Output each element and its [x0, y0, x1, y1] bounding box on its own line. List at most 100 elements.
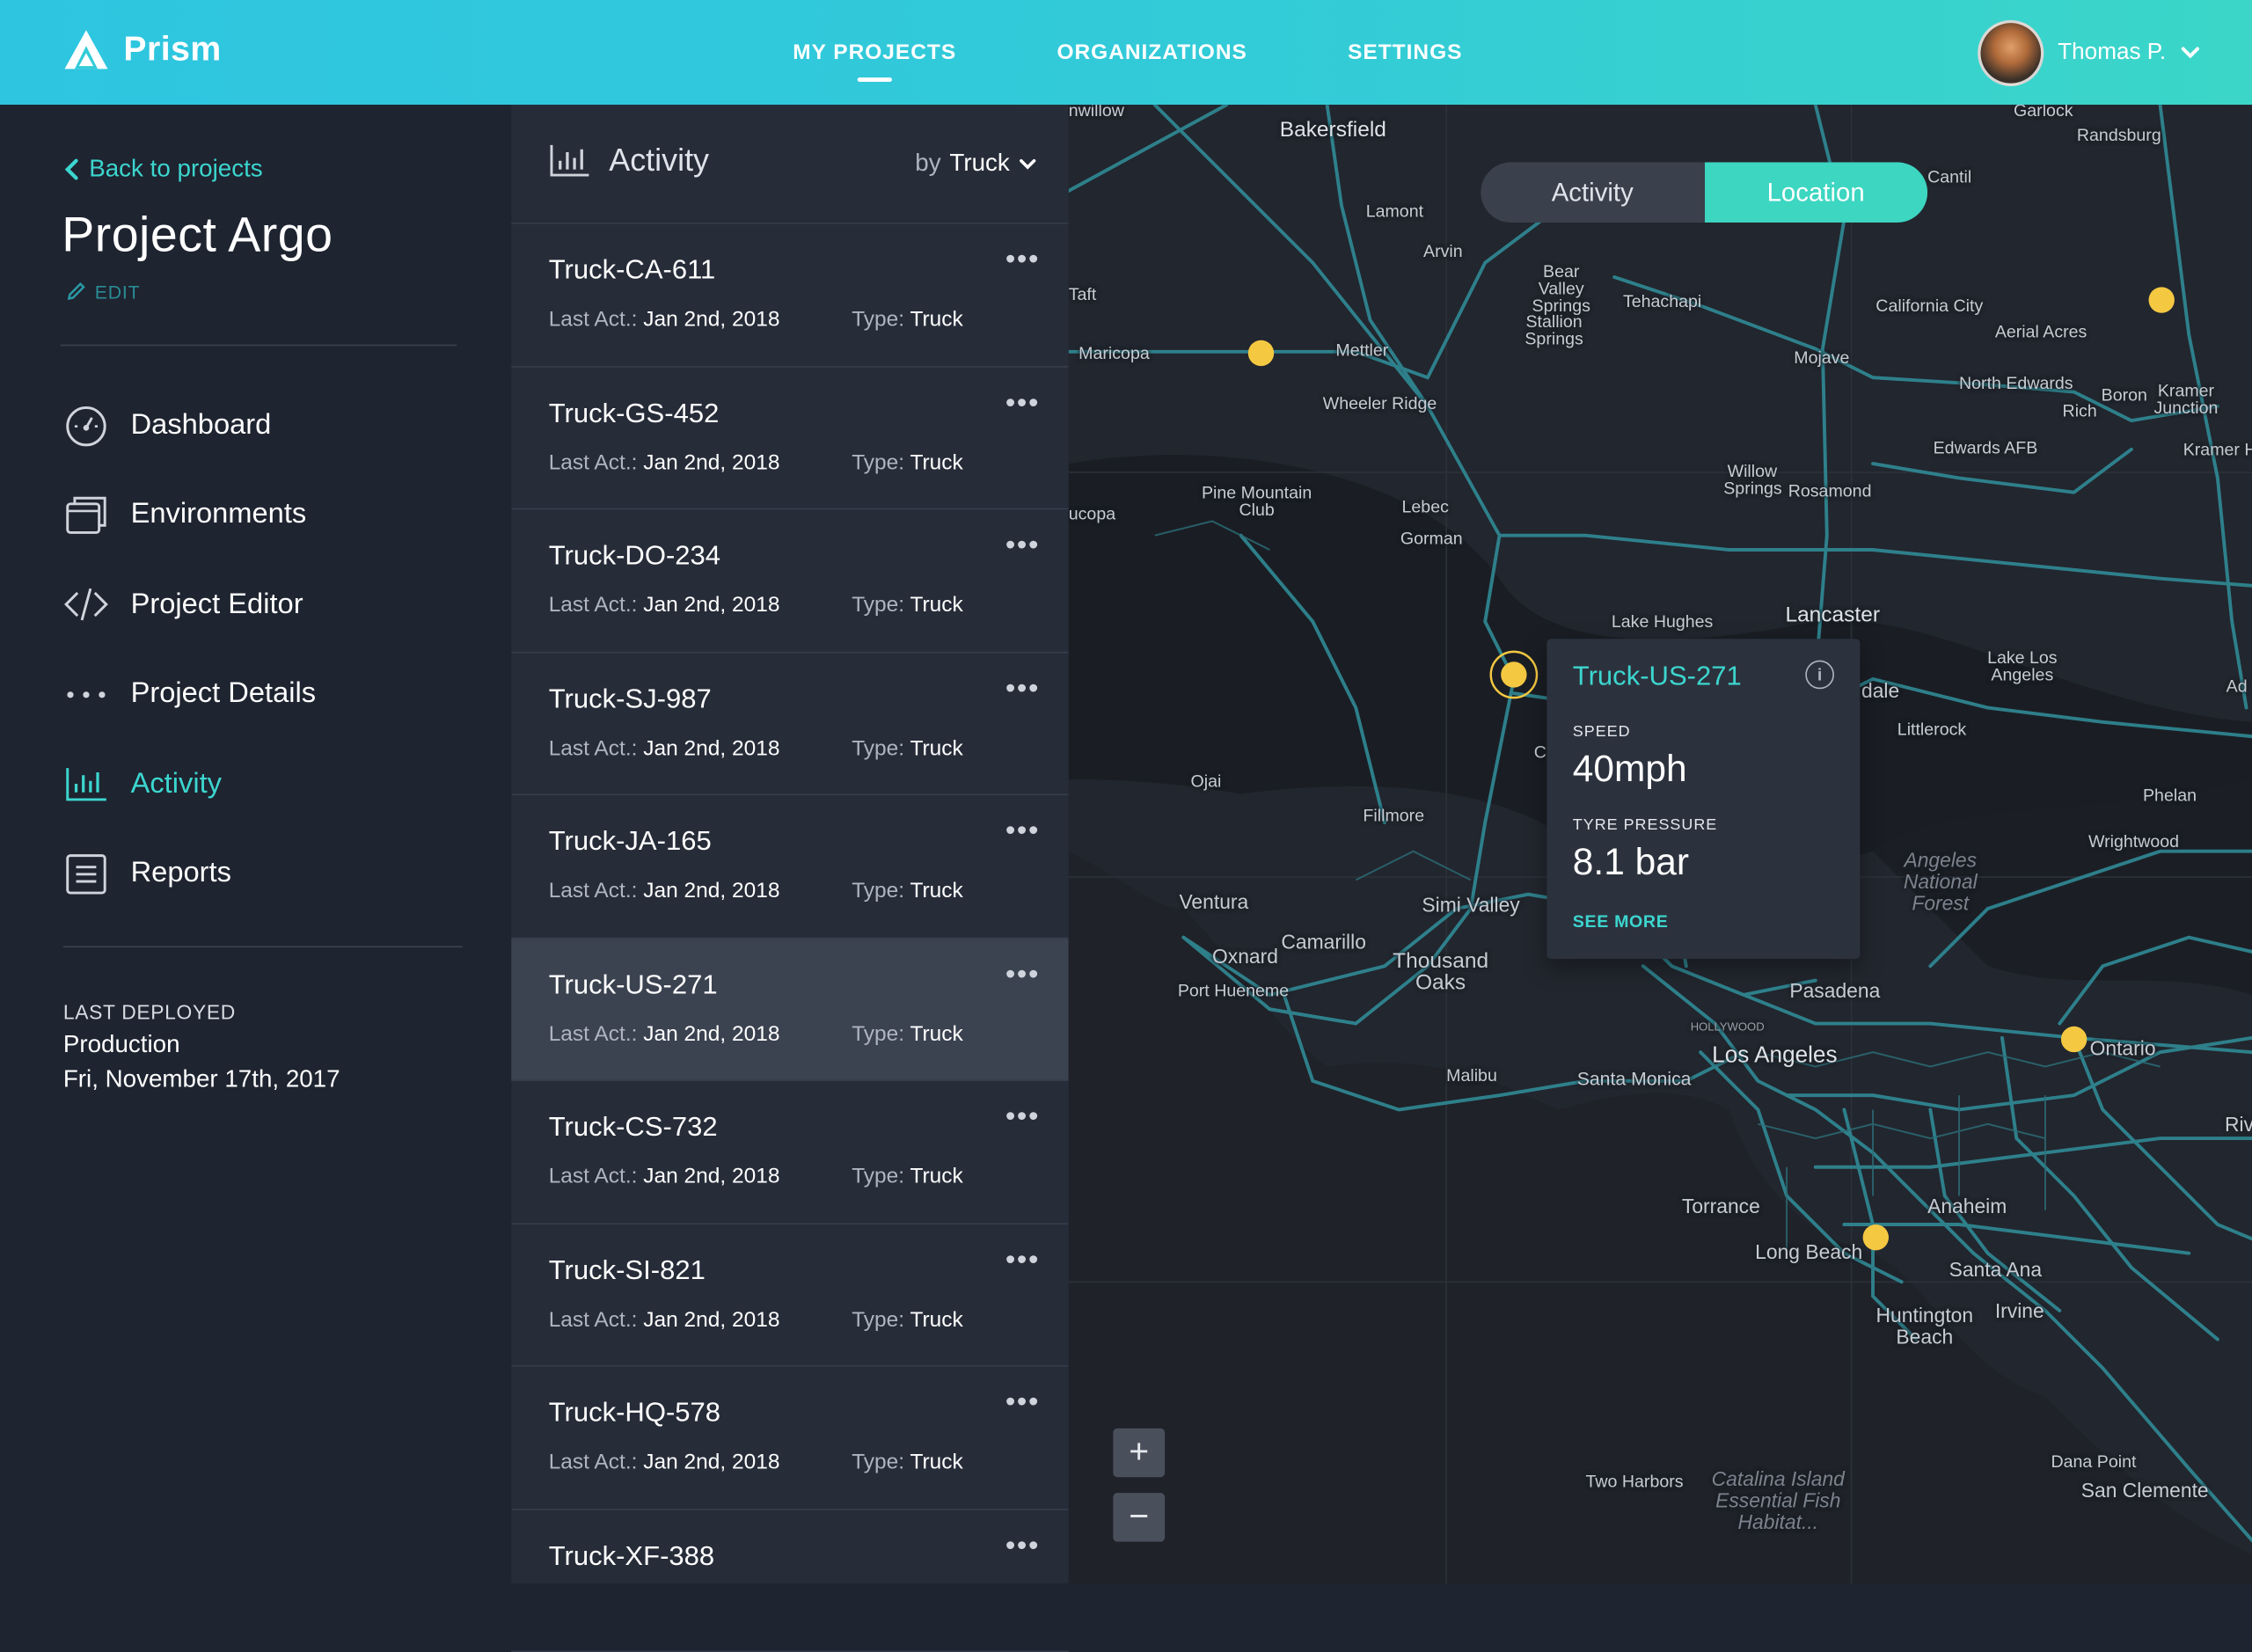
truck-list-item[interactable]: Truck-XF-388 •••	[511, 1509, 1069, 1652]
activity-list-panel: Activity by Truck Truck-CA-611 Last Act.…	[511, 105, 1069, 1652]
last-activity-value: Jan 2nd, 2018	[643, 1450, 780, 1474]
map-label: Littlerock	[1897, 719, 1967, 740]
row-more-options-icon[interactable]: •••	[1005, 958, 1040, 991]
map-label: Oxnard	[1211, 944, 1278, 968]
zoom-out-button[interactable]: −	[1113, 1493, 1166, 1542]
menu-item-dashboard[interactable]: Dashboard	[63, 380, 316, 470]
toggle-activity[interactable]: Activity	[1481, 162, 1704, 223]
deploy-date: Fri, November 17th, 2017	[62, 1064, 340, 1093]
map-label: Phelan	[2142, 785, 2197, 806]
map-label: Ontario	[2089, 1036, 2156, 1060]
map-label: Boron	[2101, 384, 2147, 406]
back-to-projects-link[interactable]: Back to projects	[63, 155, 263, 184]
map-label: nwillow	[1068, 105, 1124, 121]
row-more-options-icon[interactable]: •••	[1005, 1101, 1040, 1135]
map-label: Stallion Springs	[1524, 311, 1583, 349]
map-label: Catalina Island Essential Fish Habitat..…	[1711, 1466, 1845, 1533]
group-by-value: Truck	[949, 149, 1010, 177]
last-activity-value: Jan 2nd, 2018	[643, 450, 780, 475]
map-label: Two Harbors	[1585, 1471, 1684, 1492]
truck-meta: Last Act.: Jan 2nd, 2018 Type: Truck	[549, 1307, 963, 1332]
truck-list-item[interactable]: Truck-SI-821 Last Act.: Jan 2nd, 2018 Ty…	[511, 1224, 1069, 1367]
see-more-link[interactable]: SEE MORE	[1573, 911, 1669, 932]
map-label: Ad	[2226, 676, 2248, 697]
menu-item-project-editor[interactable]: Project Editor	[63, 559, 316, 649]
map-label: Garlock	[2014, 105, 2073, 121]
type-value: Truck	[910, 735, 963, 761]
map-label: Randsburg	[2076, 124, 2161, 145]
group-by-dropdown[interactable]: by Truck	[915, 150, 1037, 179]
type-label: Type:	[852, 450, 905, 475]
row-more-options-icon[interactable]: •••	[1005, 244, 1040, 277]
nav-my-projects[interactable]: MY PROJECTS	[793, 0, 956, 105]
type-value: Truck	[910, 450, 963, 475]
map-label: Bakersfield	[1279, 117, 1386, 143]
user-menu[interactable]: Thomas P.	[1977, 19, 2201, 86]
row-more-options-icon[interactable]: •••	[1005, 530, 1040, 563]
last-activity-label: Last Act.:	[548, 592, 638, 618]
type-value: Truck	[910, 1021, 963, 1046]
map-label: Simi Valley	[1422, 893, 1520, 917]
last-activity-value: Jan 2nd, 2018	[643, 878, 780, 903]
map-label: Taft	[1068, 284, 1097, 304]
type-label: Type:	[852, 1306, 905, 1332]
map-label: Lake Los Angeles	[1987, 647, 2058, 685]
last-activity-label: Last Act.:	[548, 1021, 638, 1046]
truck-list-item[interactable]: Truck-CS-732 Last Act.: Jan 2nd, 2018 Ty…	[511, 1081, 1069, 1224]
truck-list-item[interactable]: Truck-GS-452 Last Act.: Jan 2nd, 2018 Ty…	[511, 367, 1069, 510]
truck-list-item[interactable]: Truck-DO-234 Last Act.: Jan 2nd, 2018 Ty…	[511, 509, 1069, 653]
menu-item-environments[interactable]: Environments	[63, 470, 316, 559]
row-more-options-icon[interactable]: •••	[1005, 1244, 1040, 1277]
map-label: Mettler	[1335, 340, 1389, 361]
type-label: Type:	[852, 592, 905, 618]
truck-meta: Last Act.: Jan 2nd, 2018 Type: Truck	[549, 878, 963, 903]
location-map[interactable]: Bakersfield Lamont Arvin Bear Valley Spr…	[1068, 105, 2252, 1583]
map-label: Bear Valley Springs	[1532, 261, 1590, 317]
truck-meta: Last Act.: Jan 2nd, 2018 Type: Truck	[549, 450, 963, 475]
nav-organizations[interactable]: ORGANIZATIONS	[1057, 0, 1247, 105]
map-label: Santa Ana	[1949, 1257, 2043, 1281]
map-label: Willow Springs	[1723, 460, 1782, 499]
row-more-options-icon[interactable]: •••	[1005, 387, 1040, 420]
map-label: Riv	[2225, 1112, 2252, 1136]
map-label: Arvin	[1423, 241, 1463, 262]
zoom-in-button[interactable]: +	[1113, 1428, 1166, 1478]
nav-settings[interactable]: SETTINGS	[1348, 0, 1462, 105]
toggle-location[interactable]: Location	[1704, 162, 1928, 223]
menu-item-activity[interactable]: Activity	[63, 739, 316, 829]
last-activity-label: Last Act.:	[548, 1164, 638, 1189]
truck-name: Truck-GS-452	[548, 398, 720, 429]
row-more-options-icon[interactable]: •••	[1005, 815, 1040, 849]
menu-item-project-details[interactable]: Project Details	[63, 649, 316, 739]
truck-name: Truck-SI-821	[548, 1255, 706, 1286]
edit-project-button[interactable]: EDIT	[64, 280, 140, 303]
row-more-options-icon[interactable]: •••	[1005, 673, 1040, 706]
prism-logo[interactable]: Prism	[63, 29, 222, 72]
map-label: dale	[1861, 678, 1900, 702]
truck-name: Truck-CS-732	[548, 1112, 718, 1143]
chevron-down-icon	[2181, 47, 2199, 59]
map-label: California City	[1875, 296, 1984, 317]
truck-list-item[interactable]: Truck-JA-165 Last Act.: Jan 2nd, 2018 Ty…	[511, 795, 1069, 939]
menu-item-reports[interactable]: Reports	[63, 829, 316, 918]
pencil-icon	[67, 282, 85, 301]
info-icon[interactable]: i	[1805, 660, 1834, 690]
map-label: Lancaster	[1785, 603, 1881, 628]
row-more-options-icon[interactable]: •••	[1005, 1530, 1040, 1563]
pressure-label: TYRE PRESSURE	[1572, 816, 1718, 835]
truck-list-item[interactable]: Truck-HQ-578 Last Act.: Jan 2nd, 2018 Ty…	[511, 1367, 1069, 1509]
avatar	[1977, 19, 2044, 86]
truck-name: Truck-XF-388	[548, 1540, 715, 1572]
truck-list-item[interactable]: Truck-SJ-987 Last Act.: Jan 2nd, 2018 Ty…	[511, 653, 1069, 796]
prism-logo-icon	[64, 30, 108, 69]
map-label: Cantil	[1927, 166, 1972, 187]
row-more-options-icon[interactable]: •••	[1005, 1386, 1040, 1420]
map-label: Rosamond	[1788, 480, 1872, 501]
truck-name: Truck-SJ-987	[548, 683, 712, 714]
truck-list-item[interactable]: Truck-US-271 Last Act.: Jan 2nd, 2018 Ty…	[511, 938, 1069, 1081]
map-label: Aerial Acres	[1994, 321, 2087, 342]
truck-list-item[interactable]: Truck-CA-611 Last Act.: Jan 2nd, 2018 Ty…	[511, 224, 1069, 367]
type-label: Type:	[852, 735, 905, 761]
truck-meta: Last Act.: Jan 2nd, 2018 Type: Truck	[548, 592, 963, 618]
app-name: Prism	[123, 30, 222, 69]
